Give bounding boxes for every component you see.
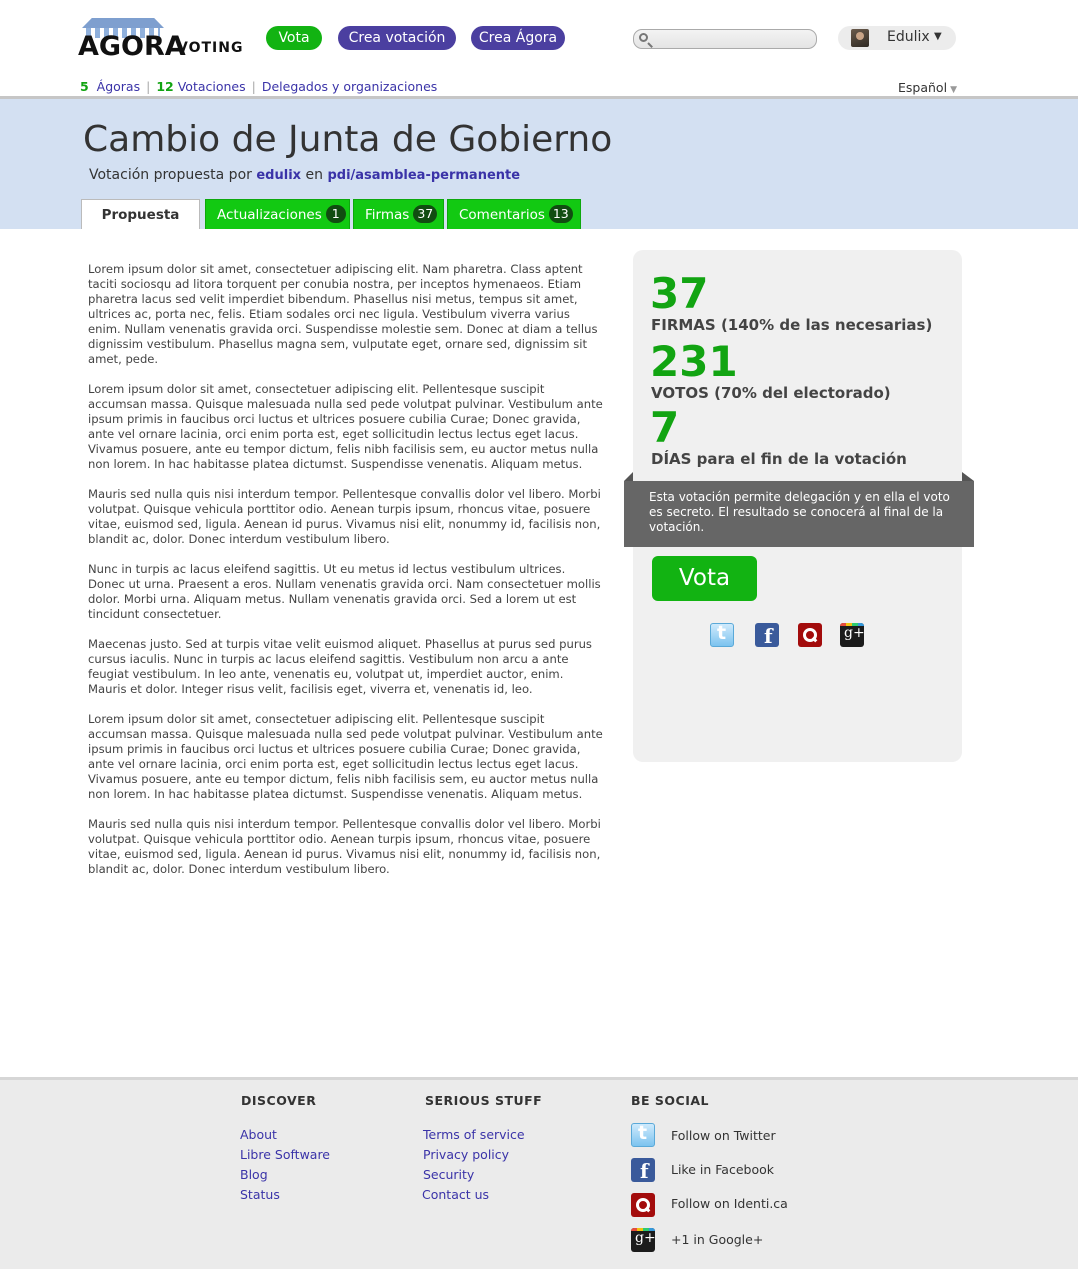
proposed-prefix: Votación propuesta por bbox=[89, 167, 252, 183]
google-plus-icon[interactable] bbox=[840, 623, 865, 647]
ribbon-fold bbox=[624, 472, 633, 481]
facebook-icon[interactable] bbox=[631, 1158, 655, 1183]
facebook-icon[interactable] bbox=[755, 623, 779, 648]
identica-icon[interactable] bbox=[798, 623, 822, 647]
tab-label: Propuesta bbox=[101, 207, 180, 223]
signatures-count: 37 bbox=[650, 269, 709, 318]
votings-link[interactable]: 12 Votaciones bbox=[156, 79, 245, 94]
paragraph: Lorem ipsum dolor sit amet, consectetuer… bbox=[88, 712, 603, 801]
votes-label: VOTOS (70% del electorado) bbox=[651, 384, 891, 402]
tab-signatures[interactable]: Firmas 37 bbox=[353, 199, 444, 229]
votings-label: Votaciones bbox=[177, 79, 246, 94]
agoras-label: Ágoras bbox=[96, 79, 141, 94]
google-plus-icon[interactable] bbox=[631, 1228, 656, 1252]
agoras-count: 5 bbox=[80, 79, 89, 94]
tab-comments[interactable]: Comentarios 13 bbox=[447, 199, 581, 229]
agora-voting-logo[interactable]: AGORA VOTING bbox=[78, 18, 244, 62]
create-voting-button[interactable]: Crea votación bbox=[338, 26, 456, 50]
footer-link-status[interactable]: Status bbox=[240, 1187, 280, 1202]
logo-word: AGORA bbox=[78, 31, 186, 62]
tab-label: Actualizaciones bbox=[217, 207, 322, 223]
footer-link-libre-software[interactable]: Libre Software bbox=[240, 1147, 330, 1162]
footer-link-terms[interactable]: Terms of service bbox=[423, 1127, 525, 1142]
proposal-text: Lorem ipsum dolor sit amet, consectetuer… bbox=[88, 262, 604, 892]
footer-social-identica[interactable]: Follow on Identi.ca bbox=[671, 1196, 788, 1211]
create-agora-button[interactable]: Crea Ágora bbox=[471, 26, 565, 50]
user-name: Edulix bbox=[887, 29, 930, 45]
tab-proposal[interactable]: Propuesta bbox=[81, 199, 200, 229]
tab-label: Firmas bbox=[365, 207, 410, 223]
count-badge: 13 bbox=[548, 205, 573, 223]
tab-label: Comentarios bbox=[459, 207, 545, 223]
page-title: Cambio de Junta de Gobierno bbox=[83, 119, 613, 160]
twitter-icon[interactable] bbox=[710, 622, 734, 647]
search-box bbox=[633, 29, 817, 49]
signatures-label: FIRMAS (140% de las necesarias) bbox=[651, 316, 933, 334]
footer-heading-serious: SERIOUS STUFF bbox=[425, 1093, 543, 1108]
days-label: DÍAS para el fin de la votación bbox=[651, 450, 907, 468]
delegates-link[interactable]: Delegados y organizaciones bbox=[262, 79, 437, 94]
footer-social-facebook[interactable]: Like in Facebook bbox=[671, 1162, 774, 1177]
chevron-down-icon: ▼ bbox=[950, 85, 957, 95]
search-input[interactable] bbox=[654, 31, 813, 48]
tab-updates[interactable]: Actualizaciones 1 bbox=[205, 199, 350, 229]
language-label: Español bbox=[898, 80, 948, 95]
votes-count: 231 bbox=[650, 337, 738, 386]
footer-link-security[interactable]: Security bbox=[423, 1167, 474, 1182]
paragraph: Lorem ipsum dolor sit amet, consectetuer… bbox=[88, 382, 603, 471]
proposed-by: Votación propuesta por edulix en pdi/asa… bbox=[89, 167, 520, 183]
agoras-link[interactable]: 5 Ágoras bbox=[80, 79, 140, 94]
user-menu[interactable]: Edulix ▼ bbox=[838, 26, 956, 50]
author-link[interactable]: edulix bbox=[256, 168, 301, 183]
footer-link-about[interactable]: About bbox=[240, 1127, 277, 1142]
sub-navigation: 5 Ágoras | 12 Votaciones | Delegados y organ… bbox=[80, 79, 437, 94]
votings-count: 12 bbox=[156, 79, 174, 94]
divider: | bbox=[146, 79, 151, 94]
chevron-down-icon: ▼ bbox=[934, 31, 942, 42]
paragraph: Mauris sed nulla quis nisi interdum temp… bbox=[88, 817, 601, 876]
logo-subtitle: VOTING bbox=[177, 40, 244, 56]
count-badge: 1 bbox=[325, 205, 346, 223]
footer-heading-discover: DISCOVER bbox=[241, 1093, 317, 1108]
footer-link-privacy[interactable]: Privacy policy bbox=[423, 1147, 509, 1162]
footer-social-twitter[interactable]: Follow on Twitter bbox=[671, 1128, 776, 1143]
footer-link-blog[interactable]: Blog bbox=[240, 1167, 268, 1182]
days-count: 7 bbox=[650, 403, 680, 452]
paragraph: Lorem ipsum dolor sit amet, consectetuer… bbox=[88, 262, 598, 366]
paragraph: Maecenas justo. Sed at turpis vitae veli… bbox=[88, 637, 592, 696]
ribbon-fold bbox=[962, 472, 974, 481]
vote-button[interactable]: Vota bbox=[652, 556, 757, 601]
search-icon bbox=[639, 33, 648, 42]
agora-link[interactable]: pdi/asamblea-permanente bbox=[327, 168, 520, 183]
avatar bbox=[851, 29, 869, 47]
temple-roof-icon bbox=[82, 18, 164, 28]
footer-social-google-plus[interactable]: +1 in Google+ bbox=[671, 1232, 763, 1247]
voting-notice: Esta votación permite delegación y en el… bbox=[624, 481, 974, 547]
in-label: en bbox=[305, 167, 324, 183]
count-badge: 37 bbox=[413, 205, 438, 223]
twitter-icon[interactable] bbox=[631, 1122, 655, 1147]
divider: | bbox=[251, 79, 256, 94]
paragraph: Mauris sed nulla quis nisi interdum temp… bbox=[88, 487, 601, 546]
paragraph: Nunc in turpis ac lacus eleifend sagitti… bbox=[88, 562, 601, 621]
identica-icon[interactable] bbox=[631, 1193, 655, 1217]
footer-link-contact[interactable]: Contact us bbox=[422, 1187, 489, 1202]
vote-nav-button[interactable]: Vota bbox=[266, 26, 322, 50]
language-selector[interactable]: Español ▼ bbox=[898, 80, 957, 95]
footer-heading-social: BE SOCIAL bbox=[631, 1093, 710, 1108]
